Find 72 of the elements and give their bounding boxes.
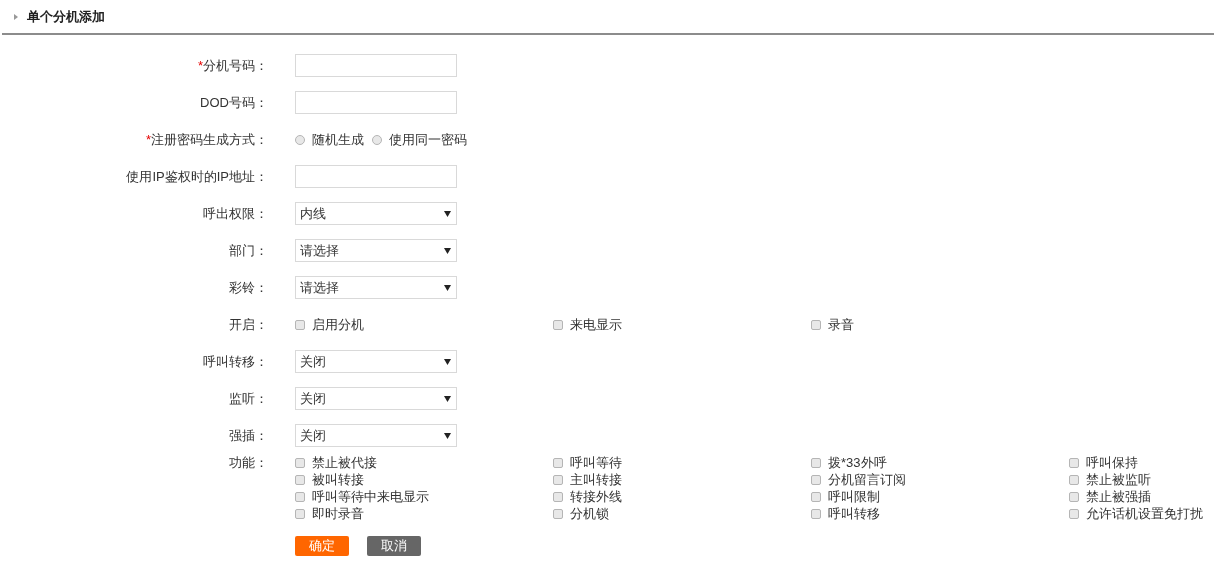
checkbox-label: 允许话机设置免打扰 bbox=[1086, 504, 1203, 523]
checkbox[interactable] bbox=[1069, 457, 1079, 468]
field-label: 开启： bbox=[229, 315, 268, 334]
caret-icon bbox=[444, 210, 451, 217]
checkbox[interactable] bbox=[553, 457, 563, 468]
checkbox[interactable] bbox=[295, 474, 305, 485]
caret-icon bbox=[444, 358, 451, 365]
field-label: 监听： bbox=[229, 389, 268, 408]
checkbox-label: 禁止被代接 bbox=[312, 453, 377, 472]
radio-label: 使用同一密码 bbox=[389, 130, 467, 149]
input-field[interactable] bbox=[295, 165, 457, 188]
checkbox-label: 分机锁 bbox=[570, 504, 609, 523]
cancel-button[interactable]: 取消 bbox=[367, 536, 421, 556]
checkbox[interactable] bbox=[811, 319, 821, 330]
field-label: 功能： bbox=[229, 453, 268, 472]
triangle-icon bbox=[14, 13, 18, 20]
checkbox-label: 被叫转接 bbox=[312, 470, 364, 489]
section-title: 单个分机添加 bbox=[27, 7, 105, 26]
checkbox[interactable] bbox=[295, 319, 305, 330]
checkbox[interactable] bbox=[553, 508, 563, 519]
checkbox[interactable] bbox=[295, 457, 305, 468]
dropdown[interactable]: 关闭 bbox=[295, 350, 457, 373]
field-label: 彩铃： bbox=[229, 278, 268, 297]
checkbox-label: 启用分机 bbox=[312, 315, 364, 334]
checkbox[interactable] bbox=[295, 508, 305, 519]
checkbox[interactable] bbox=[811, 491, 821, 502]
checkbox[interactable] bbox=[811, 474, 821, 485]
caret-icon bbox=[444, 247, 451, 254]
field-label: 强插： bbox=[229, 426, 268, 445]
checkbox-label: 来电显示 bbox=[570, 315, 622, 334]
field-label: DOD号码： bbox=[200, 93, 268, 112]
checkbox[interactable] bbox=[1069, 474, 1079, 485]
checkbox[interactable] bbox=[1069, 491, 1079, 502]
checkbox-label: 主叫转接 bbox=[570, 470, 622, 489]
dropdown[interactable]: 关闭 bbox=[295, 387, 457, 410]
dropdown[interactable]: 请选择 bbox=[295, 276, 457, 299]
radio-button[interactable] bbox=[295, 134, 305, 145]
checkbox-label: 呼叫保持 bbox=[1086, 453, 1138, 472]
checkbox-label: 呼叫限制 bbox=[828, 487, 880, 506]
dropdown[interactable]: 请选择 bbox=[295, 239, 457, 262]
checkbox-label: 录音 bbox=[828, 315, 854, 334]
checkbox-label: 呼叫等待 bbox=[570, 453, 622, 472]
field-label: 呼叫转移： bbox=[203, 352, 268, 371]
field-label: 使用IP鉴权时的IP地址： bbox=[126, 167, 268, 186]
caret-icon bbox=[444, 284, 451, 291]
radio-label: 随机生成 bbox=[312, 130, 364, 149]
field-label: *注册密码生成方式： bbox=[145, 130, 268, 149]
radio-button[interactable] bbox=[372, 134, 382, 145]
checkbox[interactable] bbox=[295, 491, 305, 502]
checkbox[interactable] bbox=[811, 508, 821, 519]
checkbox-label: 禁止被强插 bbox=[1086, 487, 1151, 506]
checkbox-label: 呼叫转移 bbox=[828, 504, 880, 523]
caret-icon bbox=[444, 395, 451, 402]
field-label: 部门： bbox=[229, 241, 268, 260]
checkbox[interactable] bbox=[1069, 508, 1079, 519]
checkbox[interactable] bbox=[553, 491, 563, 502]
dropdown[interactable]: 关闭 bbox=[295, 424, 457, 447]
checkbox-label: 转接外线 bbox=[570, 487, 622, 506]
checkbox[interactable] bbox=[553, 319, 563, 330]
checkbox-label: 呼叫等待中来电显示 bbox=[312, 487, 429, 506]
input-field[interactable] bbox=[295, 54, 457, 77]
checkbox-label: 分机留言订阅 bbox=[828, 470, 906, 489]
caret-icon bbox=[444, 432, 451, 439]
checkbox-label: 拨*33外呼 bbox=[828, 453, 887, 472]
checkbox[interactable] bbox=[553, 474, 563, 485]
field-label: *分机号码： bbox=[197, 56, 268, 75]
dropdown[interactable]: 内线 bbox=[295, 202, 457, 225]
input-field[interactable] bbox=[295, 91, 457, 114]
checkbox-label: 即时录音 bbox=[312, 504, 364, 523]
field-label: 呼出权限： bbox=[203, 204, 268, 223]
checkbox-label: 禁止被监听 bbox=[1086, 470, 1151, 489]
checkbox[interactable] bbox=[811, 457, 821, 468]
